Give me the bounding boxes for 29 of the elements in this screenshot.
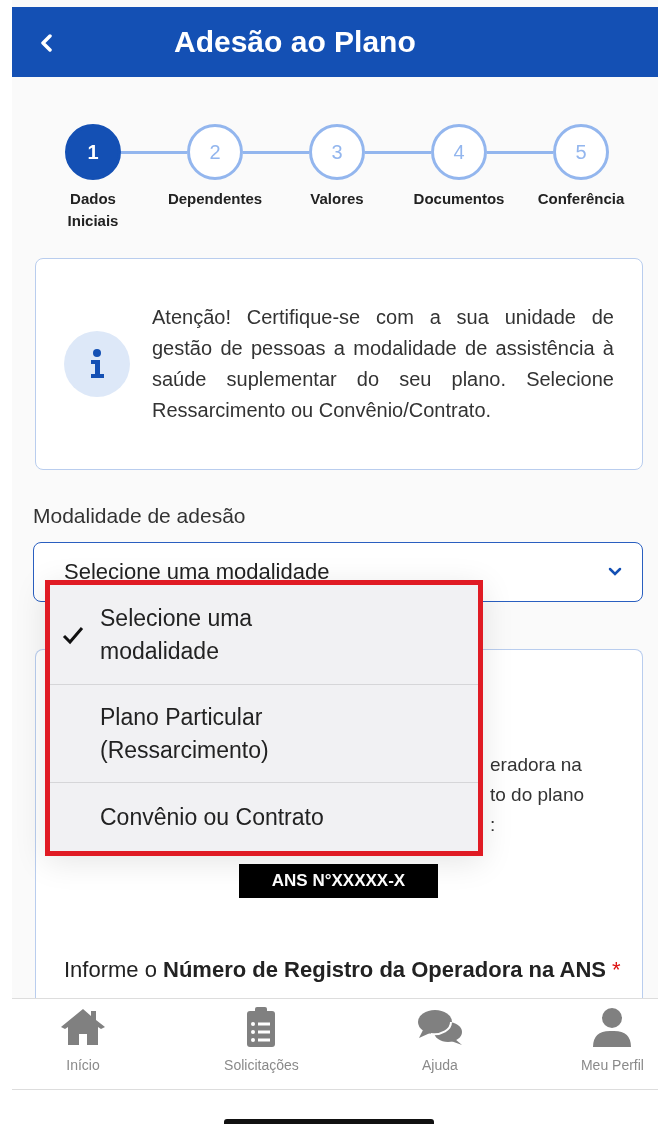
nav-item[interactable]: Solicitações (218, 999, 305, 1089)
field-label: Modalidade de adesão (33, 503, 247, 529)
step-circle: 3 (309, 124, 365, 180)
step-label: Valores (309, 189, 365, 209)
step-circle: 5 (553, 124, 609, 180)
question-text: Informe o Número de Registro da Operadora na ANS * (64, 955, 622, 984)
text-line: to do plano (490, 783, 585, 805)
nav-item[interactable]: Início (52, 999, 114, 1089)
required-marker: * (612, 956, 621, 982)
text-line: : (490, 813, 496, 835)
dropdown-option[interactable]: Convênio ou Contrato (50, 783, 478, 851)
check-icon (62, 624, 84, 645)
chevron-down-icon (608, 566, 622, 577)
notice-text: Atenção! Certifique-se com a sua unidade de gestão de pessoas a modalidade de assistência à saúde suplementar do seu plano. Selecione Ressarcimento ou Convênio/Contrato. (152, 305, 614, 423)
text-line: eradora na (490, 753, 582, 775)
step-label: Dados Iniciais (66, 189, 120, 231)
info-icon (64, 331, 130, 397)
dropdown-option[interactable]: Selecione uma modalidade (50, 585, 478, 685)
dropdown-option[interactable]: Plano Particular (Ressarcimento) (50, 685, 478, 783)
step-circle: 4 (431, 124, 487, 180)
page-title: Adesão ao Plano (174, 24, 416, 60)
step-label: Conferência (536, 189, 626, 209)
nav-item[interactable]: Ajuda (408, 999, 471, 1089)
step-label: Documentos (412, 189, 506, 209)
nav-item[interactable]: Meu Perfil (574, 999, 650, 1089)
step-circle: 2 (187, 124, 243, 180)
step-label: Dependentes (166, 189, 264, 209)
ans-number-label: ANS N°XXXXX-X (239, 863, 438, 898)
step-circle: 1 (65, 124, 121, 180)
